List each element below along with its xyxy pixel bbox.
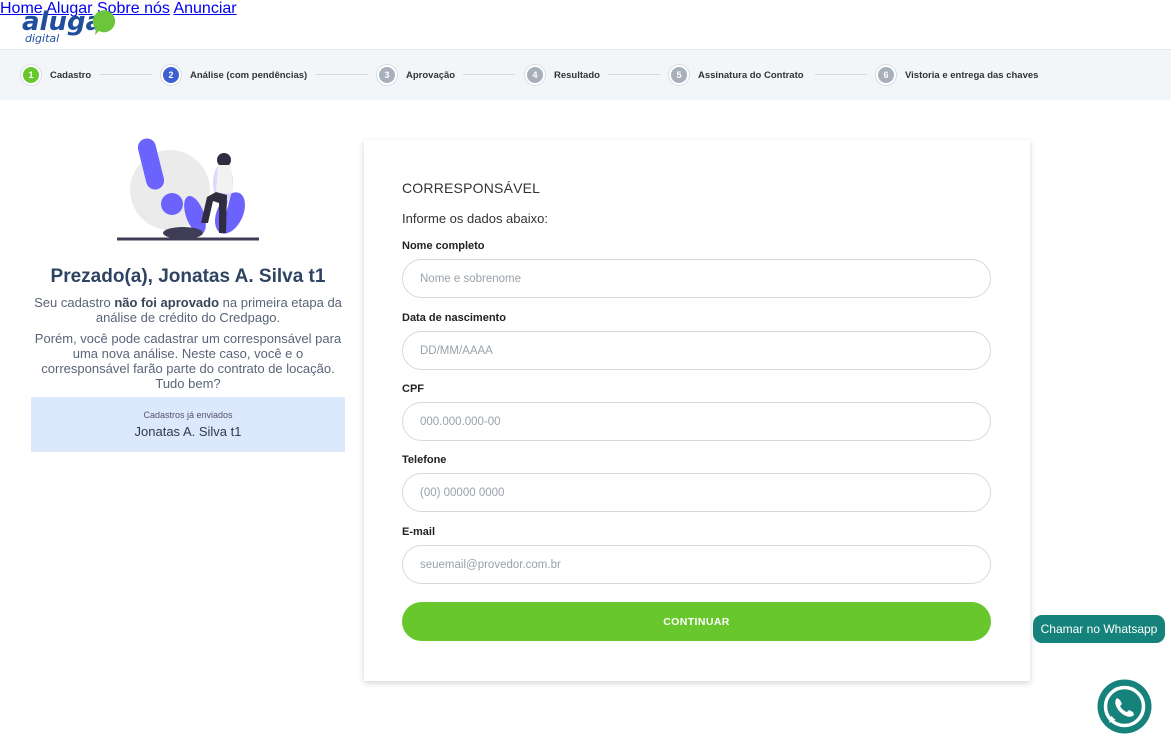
whatsapp-chat-button[interactable]: Chamar no Whatsapp [1033, 615, 1165, 643]
step-number: 4 [525, 65, 545, 85]
step-connector [463, 74, 515, 75]
full-name-input[interactable] [402, 259, 991, 298]
step-label: Cadastro [50, 69, 92, 81]
step-assinatura: 5 Assinatura do Contrato [669, 64, 804, 86]
coresponsible-form-card: CORRESPONSÁVEL Informe os dados abaixo: … [364, 140, 1030, 681]
step-aprovacao: 3 Aprovação [377, 64, 455, 86]
step-label: Aprovação [406, 69, 456, 81]
step-vistoria: 6 Vistoria e entrega das chaves [876, 64, 1038, 86]
step-connector [100, 74, 152, 75]
step-label: Análise (com pendências) [190, 69, 308, 81]
phone-label: Telefone [402, 454, 447, 466]
form-title: CORRESPONSÁVEL [402, 180, 541, 196]
cpf-label: CPF [402, 383, 424, 395]
nav-anunciar[interactable]: Anunciar [173, 0, 236, 17]
message-emphasis: não foi aprovado [114, 295, 220, 310]
step-resultado: 4 Resultado [525, 64, 600, 86]
sent-registrations-box: Cadastros já enviados Jonatas A. Silva t… [31, 397, 345, 452]
step-number: 3 [377, 65, 397, 85]
coresponsible-message: Porém, você pode cadastrar um correspons… [34, 331, 342, 391]
full-name-label: Nome completo [402, 240, 485, 252]
email-label: E-mail [402, 526, 436, 538]
birthdate-label: Data de nascimento [402, 312, 506, 324]
warning-illustration [117, 138, 259, 241]
step-label: Resultado [554, 69, 600, 81]
step-connector [815, 74, 867, 75]
continue-button[interactable]: CONTINUAR [402, 602, 991, 641]
phone-input[interactable] [402, 473, 991, 512]
birthdate-input[interactable] [402, 331, 991, 370]
cpf-input[interactable] [402, 402, 991, 441]
aluga-digital-logo[interactable]: aluga digital [22, 5, 117, 45]
message-text: Seu cadastro [34, 295, 115, 310]
email-input[interactable] [402, 545, 991, 584]
whatsapp-icon[interactable] [1097, 679, 1152, 734]
step-label: Assinatura do Contrato [698, 69, 804, 81]
step-analise: 2 Análise (com pendências) [161, 64, 307, 86]
sent-registration-name: Jonatas A. Silva t1 [134, 424, 242, 439]
step-number: 2 [161, 65, 181, 85]
step-number: 6 [876, 65, 896, 85]
step-connector [608, 74, 660, 75]
form-subtitle: Informe os dados abaixo: [402, 211, 548, 226]
step-number: 5 [669, 65, 689, 85]
top-header: aluga digital Home Alugar Sobre nós Anun… [0, 0, 1171, 50]
step-label: Vistoria e entrega das chaves [905, 69, 1039, 81]
step-connector [316, 74, 368, 75]
rejection-message: Seu cadastro não foi aprovado na primeir… [30, 295, 346, 325]
step-number: 1 [21, 65, 41, 85]
sent-registrations-title: Cadastros já enviados [143, 410, 233, 420]
greeting-title: Prezado(a), Jonatas A. Silva t1 [50, 266, 326, 287]
step-cadastro: 1 Cadastro [21, 64, 91, 86]
progress-stepper: 1 Cadastro 2 Análise (com pendências) 3 … [0, 50, 1171, 100]
svg-text:digital: digital [25, 32, 59, 45]
